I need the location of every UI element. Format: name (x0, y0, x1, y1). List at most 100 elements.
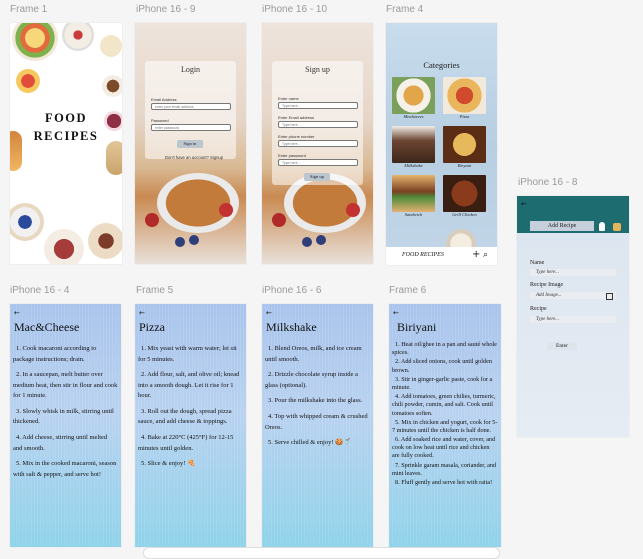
splash-screen[interactable]: FOOD RECIPES (10, 23, 122, 264)
search-icon[interactable]: ⌕ (483, 250, 488, 260)
categories-screen: Categories Mealsteees Pizza Milkshake Bi… (386, 23, 497, 265)
recipe-step: 4. Add tomatoes, green chilies, turmeric… (392, 393, 496, 417)
recipe-step: 7. Sprinkle garam masala, coriander, and… (392, 461, 497, 477)
password-field[interactable]: Type here... (278, 159, 358, 166)
pomegranate-image (44, 229, 84, 264)
recipe-step: 8. Fluff gently and serve hot with raita… (395, 479, 493, 486)
app-title-food: FOOD (44, 111, 88, 125)
login-screen: Login Email Address enter your email add… (135, 23, 246, 264)
name-field[interactable]: Type here... (278, 102, 358, 109)
strawberry-image (272, 213, 286, 227)
food-plate-image (62, 23, 94, 51)
mac-recipe-screen: ← Mac&Cheese 1. Cook macaroni according … (10, 304, 121, 547)
signup-link[interactable]: Don't have an account? Signup (165, 155, 223, 160)
dessert-image (88, 223, 122, 259)
back-arrow-icon[interactable]: ← (521, 200, 527, 208)
category-image[interactable] (392, 126, 435, 163)
blueberry-image (175, 237, 185, 247)
phone-label: Enter phone number (278, 134, 315, 139)
add-icon[interactable]: + (472, 249, 480, 260)
blueberry-image (302, 237, 312, 247)
back-arrow-icon[interactable]: ← (393, 309, 399, 317)
signin-button[interactable]: Sign in (177, 140, 203, 148)
category-label[interactable]: Sandwich (392, 212, 435, 217)
recipe-step: 4. Bake at 220°C (425°F) for 12-15 minut… (138, 434, 234, 452)
category-image[interactable] (443, 77, 486, 114)
food-bowl-image (12, 23, 58, 61)
fruit-image (16, 69, 40, 93)
back-arrow-icon[interactable]: ← (14, 309, 20, 317)
frame-label-milkshake: iPhone 16 - 6 (262, 285, 322, 296)
recipe-step: 4. Top with whipped cream & crushed Oreo… (265, 413, 368, 431)
category-label[interactable]: Grill Chicken (443, 212, 486, 217)
frame-label-signup: iPhone 16 - 10 (262, 4, 328, 15)
name-label: Name (530, 260, 545, 266)
recipe-step: 2. Add sliced onions, cook until golden … (392, 358, 492, 374)
recipe-step: 5. Mix in chicken and yogurt, cook for 5… (392, 418, 498, 434)
back-arrow-icon[interactable]: ← (266, 309, 272, 317)
recipe-step: 2. In a saucepan, melt butter over mediu… (13, 371, 118, 400)
recipe-step: 2. Drizzle chocolate syrup inside a glas… (265, 371, 358, 389)
email-label: Email Address (151, 97, 177, 102)
strawberry-image (346, 203, 360, 217)
signup-title: Sign up (305, 65, 330, 74)
recipe-step: 5. Serve chilled & enjoy! 🍪🥤 (268, 439, 352, 447)
name-field[interactable]: Type here... (530, 269, 616, 276)
frame-label-pizza: Frame 5 (136, 285, 174, 296)
add-recipe-screen: ← Add Recipe Name Type here... Recipe Im… (517, 196, 629, 437)
upload-image-icon[interactable] (606, 293, 613, 300)
password-field[interactable]: enter password (151, 124, 231, 131)
email-field[interactable]: enter your email address (151, 103, 231, 110)
biryani-recipe-screen: ← Biriyani 1. Heat oil/ghee in a pan and… (389, 304, 501, 547)
add-recipe-button[interactable]: Add Recipe (530, 221, 594, 231)
image-label: Recipe Image (530, 282, 564, 288)
recipe-step: 3. Stir in ginger-garlic paste, cook for… (392, 375, 493, 391)
recipe-steps: 1. Cook macaroni according to package in… (13, 344, 118, 486)
recipe-title: Mac&Cheese (14, 320, 80, 334)
image-field[interactable]: Add Image... (530, 292, 616, 299)
name-label: Enter name (278, 96, 299, 101)
recipe-step: 5. Mix in the cooked macaroni, season wi… (13, 460, 117, 478)
nuts-image (102, 75, 122, 97)
email-field[interactable]: Type here... (278, 121, 358, 128)
category-image[interactable] (443, 126, 486, 163)
recipe-step: 5. Slice & enjoy! 🍕 (141, 460, 196, 468)
email-label: Enter Email address (278, 115, 315, 120)
recipe-step: 4. Add cheese, stirring until melted and… (13, 434, 108, 452)
frame-label-mac: iPhone 16 - 4 (10, 285, 70, 296)
categories-title: Categories (423, 60, 460, 70)
frame-label-login: iPhone 16 - 9 (136, 4, 196, 15)
recipe-field[interactable]: Type here... (530, 316, 616, 323)
app-title-recipes: RECIPES (33, 129, 99, 143)
category-label[interactable]: Mealsteees (392, 114, 435, 119)
blueberry-image (189, 235, 199, 245)
signup-screen: Sign up Enter name Type here... Enter Em… (262, 23, 373, 264)
recipe-title: Milkshake (266, 320, 317, 334)
milkshake-recipe-screen: ← Milkshake 1. Blend Oreos, milk, and ic… (262, 304, 373, 547)
signup-button[interactable]: Sign up (304, 173, 330, 181)
category-label[interactable]: Milkshake (392, 163, 435, 168)
ingredient-icon (613, 223, 621, 231)
frame-label-categories: Frame 4 (386, 4, 424, 15)
category-label[interactable]: Pizza (443, 114, 486, 119)
recipe-step: 1. Mix yeast with warm water; let sit fo… (138, 345, 237, 363)
footer-brand: FOOD RECIPES (402, 252, 444, 258)
coffee-cup-image (94, 29, 122, 63)
header: ← Add Recipe (517, 196, 629, 233)
frame-label-add-recipe: iPhone 16 - 8 (518, 177, 578, 188)
recipe-step: 1. Heat oil/ghee in a pan and sauté whol… (392, 341, 497, 357)
phone-field[interactable]: Type here... (278, 140, 358, 147)
recipe-step: 3. Slowly whisk in milk, stirring until … (13, 407, 114, 426)
strawberry-image (145, 213, 159, 227)
recipe-label: Recipe (530, 306, 547, 312)
recipe-step: 1. Cook macaroni according to package in… (13, 345, 97, 363)
category-image[interactable] (443, 175, 486, 212)
back-arrow-icon[interactable]: ← (139, 309, 145, 317)
category-image[interactable] (392, 175, 435, 212)
category-label[interactable]: Biryani (443, 163, 486, 168)
enter-button[interactable]: Enter (547, 342, 577, 350)
snack-image (106, 141, 122, 175)
chef-hat-icon (599, 222, 605, 231)
category-image[interactable] (392, 77, 435, 114)
canvas-toolbar[interactable] (143, 547, 500, 559)
